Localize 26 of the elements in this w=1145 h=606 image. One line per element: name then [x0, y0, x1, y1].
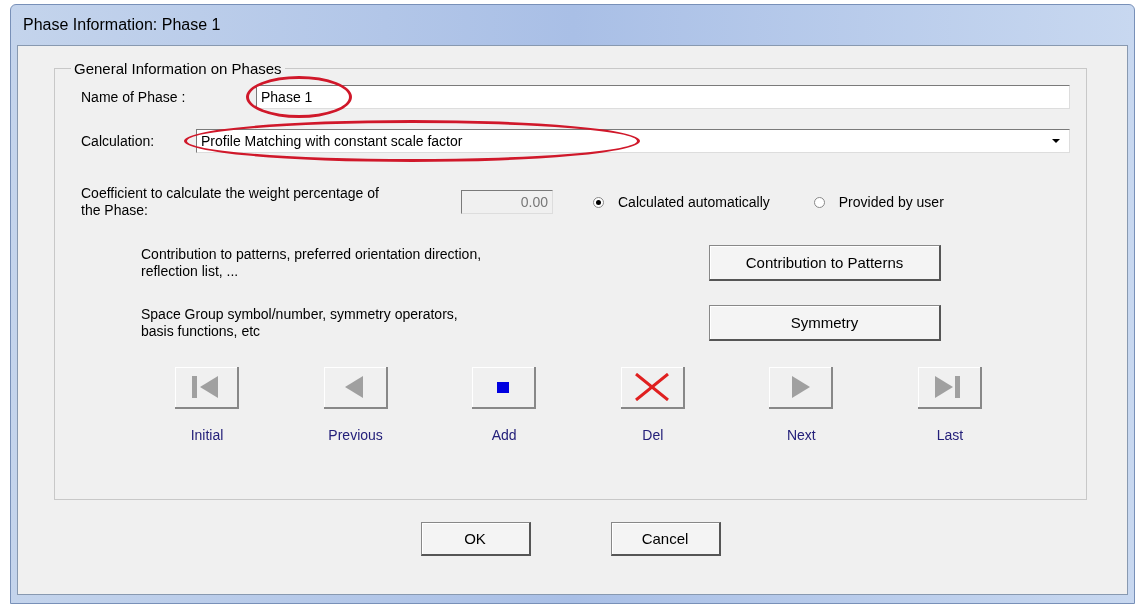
next-button[interactable] — [769, 367, 834, 409]
field-label: Calculation: — [80, 133, 156, 149]
description-text: Contribution to patterns, preferred orientation direction, reflection list, ... — [141, 246, 483, 280]
first-button[interactable] — [175, 367, 239, 409]
add-button[interactable] — [472, 367, 537, 409]
button-caption: Add — [491, 427, 517, 443]
button-caption: Previous — [328, 427, 383, 443]
square-icon — [497, 381, 510, 393]
window-title: Phase Information: Phase 1 — [23, 16, 221, 34]
delete-button[interactable] — [620, 367, 685, 409]
description-text: Space Group symbol/number, symmetry operators, basis functions, etc — [141, 306, 459, 340]
previous-button[interactable] — [323, 367, 388, 409]
field-label: Name of Phase : — [80, 89, 187, 105]
button-caption: Del — [642, 427, 664, 443]
dialog-button[interactable]: Cancel — [610, 522, 721, 556]
button-caption: Next — [786, 427, 816, 443]
button-caption: Initial — [190, 427, 224, 443]
group-title: General Information on Phases — [73, 60, 283, 77]
action-button[interactable]: Symmetry — [709, 305, 941, 341]
last-button[interactable] — [917, 367, 982, 409]
action-button[interactable]: Contribution to Patterns — [709, 245, 941, 281]
dialog-button[interactable]: OK — [420, 522, 531, 556]
button-caption: Last — [936, 427, 964, 443]
field-label: Coefficient to calculate the weight percentage of the Phase: — [80, 185, 380, 219]
name-field[interactable]: Phase 1 — [256, 85, 1070, 109]
calculation-dropdown[interactable]: Profile Matching with constant scale factor — [196, 129, 1070, 153]
